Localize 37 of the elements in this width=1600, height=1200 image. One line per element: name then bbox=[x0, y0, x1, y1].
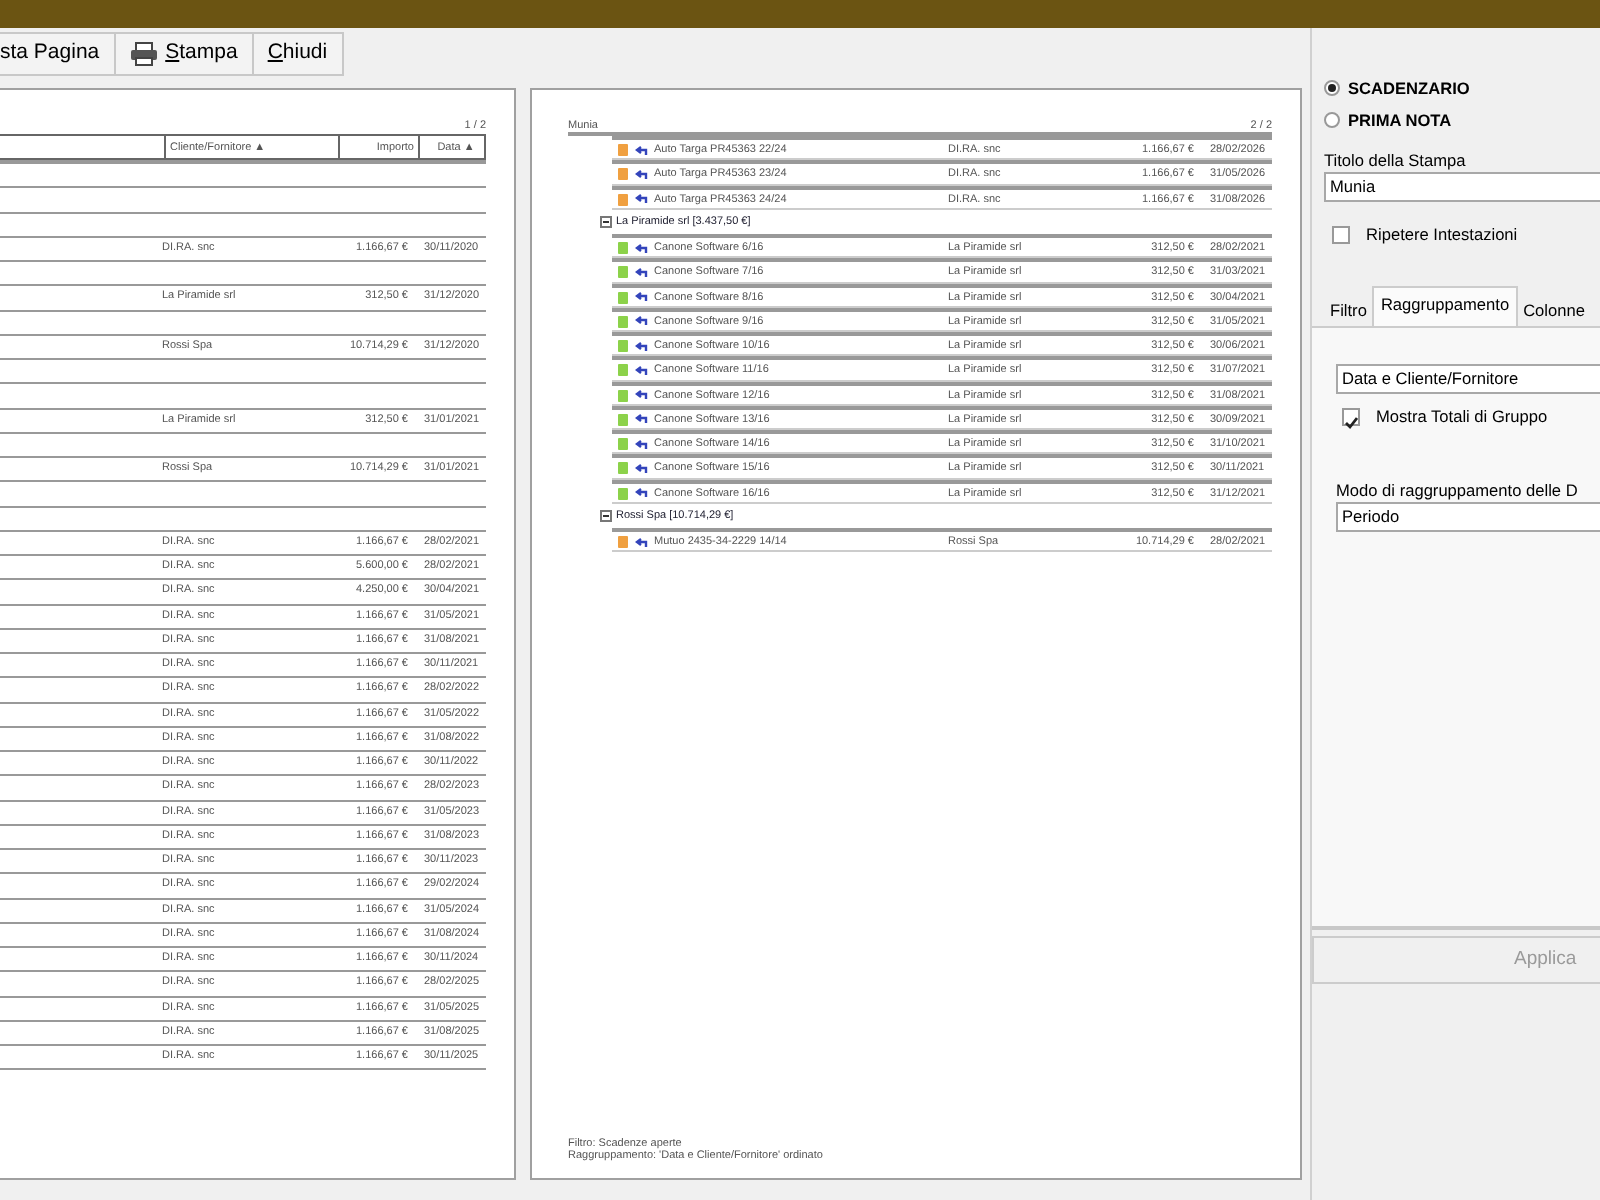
arrow-icon bbox=[634, 365, 648, 376]
radio-button[interactable] bbox=[1324, 112, 1340, 128]
arrow-icon bbox=[634, 414, 648, 425]
arrow-icon bbox=[634, 243, 648, 253]
tab[interactable]: Filtro bbox=[1324, 293, 1373, 327]
arrow-icon bbox=[634, 145, 648, 155]
printer-icon bbox=[129, 42, 158, 66]
tab[interactable]: Colonne bbox=[1517, 293, 1591, 327]
radio-label: SCADENZARIO bbox=[1348, 75, 1470, 101]
grouping-dropdown[interactable]: Data e Cliente/Fornitore bbox=[1336, 364, 1600, 395]
arrow-icon bbox=[634, 267, 648, 278]
title-field[interactable]: Munia bbox=[1324, 172, 1600, 203]
arrow-icon bbox=[634, 390, 648, 400]
arrow-icon bbox=[634, 292, 648, 302]
arrow-icon bbox=[634, 463, 648, 474]
arrow-icon bbox=[634, 316, 648, 327]
collapse-icon[interactable] bbox=[600, 215, 612, 228]
checkbox-label: Ripetere Intestazioni bbox=[1366, 222, 1518, 248]
collapse-icon[interactable] bbox=[600, 509, 612, 522]
arrow-icon bbox=[634, 169, 648, 180]
radio-label: PRIMA NOTA bbox=[1348, 107, 1452, 133]
arrow-icon bbox=[634, 341, 648, 351]
toolbar-button[interactable]: sta Pagina bbox=[0, 32, 116, 76]
radio-button[interactable] bbox=[1324, 80, 1340, 96]
arrow-icon bbox=[634, 439, 648, 449]
arrow-icon bbox=[634, 537, 648, 547]
arrow-icon bbox=[634, 488, 648, 498]
arrow-icon bbox=[634, 194, 648, 204]
print-button[interactable]: Stampa bbox=[115, 32, 254, 76]
toolbar-button[interactable]: Chiudi bbox=[253, 32, 344, 76]
field-label: Modo di raggruppamento delle D bbox=[1336, 477, 1580, 503]
checkbox[interactable] bbox=[1332, 226, 1350, 245]
field-label: Titolo della Stampa bbox=[1324, 148, 1468, 173]
checkbox-label: Mostra Totali di Gruppo bbox=[1376, 404, 1548, 430]
checkbox[interactable] bbox=[1342, 408, 1360, 427]
date-mode-dropdown[interactable]: Periodo bbox=[1336, 502, 1600, 533]
tab[interactable]: Raggruppamento bbox=[1372, 285, 1518, 327]
